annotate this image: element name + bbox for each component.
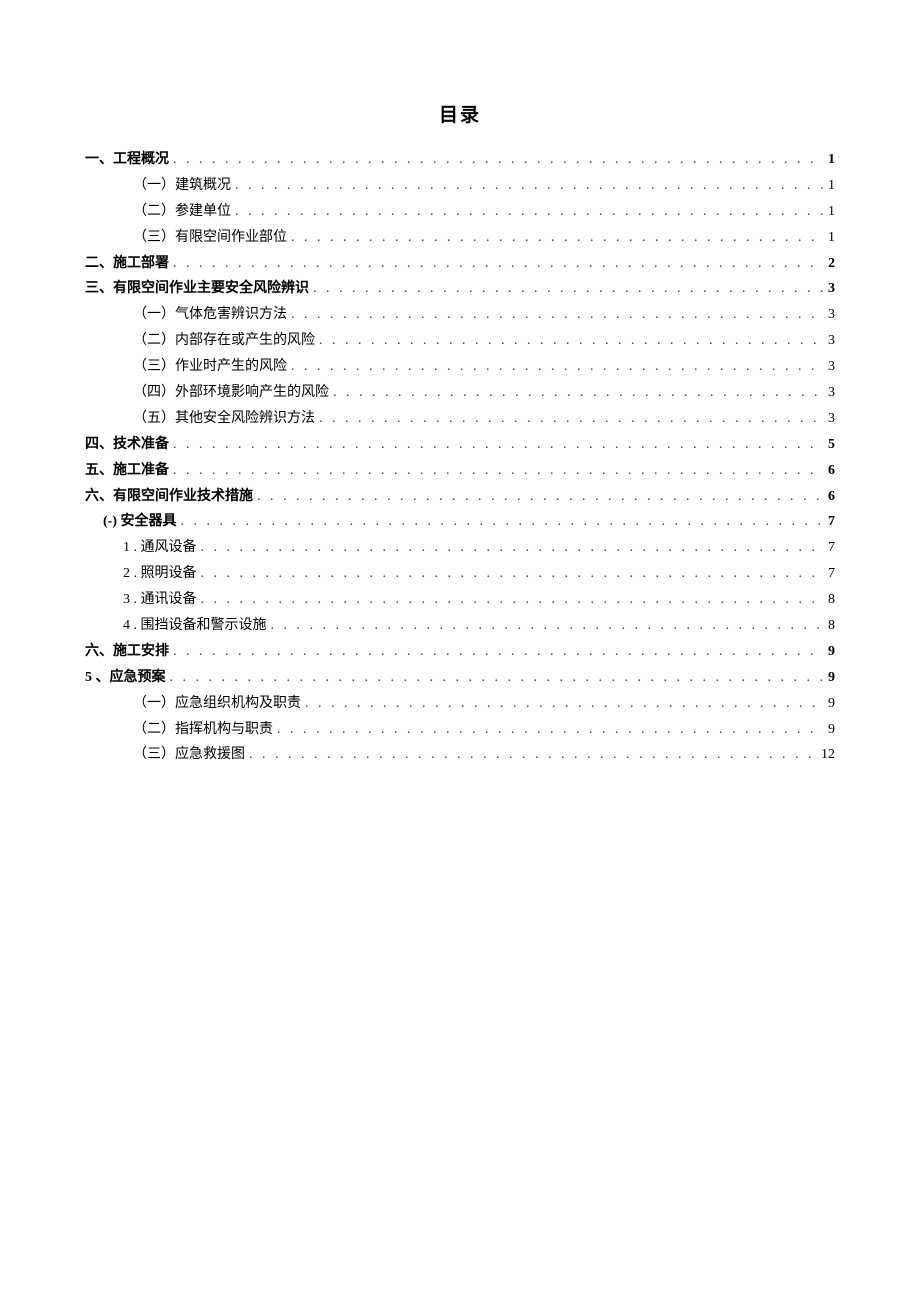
toc-entry-page: 8 xyxy=(828,613,835,639)
toc-entry: 六、施工安排. . . . . . . . . . . . . . . . . … xyxy=(85,639,835,665)
toc-entry-page: 1 xyxy=(828,173,835,199)
table-of-contents: 一、工程概况. . . . . . . . . . . . . . . . . … xyxy=(85,147,835,768)
toc-entry: 四、技术准备. . . . . . . . . . . . . . . . . … xyxy=(85,432,835,458)
toc-entry-label: (-) 安全器具 xyxy=(103,509,177,535)
toc-entry-page: 9 xyxy=(828,691,835,717)
toc-entry: 一、工程概况. . . . . . . . . . . . . . . . . … xyxy=(85,147,835,173)
toc-entry-label: （二）指挥机构与职责 xyxy=(133,717,273,743)
toc-entry-label: （一）气体危害辨识方法 xyxy=(133,302,287,328)
toc-entry: 五、施工准备. . . . . . . . . . . . . . . . . … xyxy=(85,458,835,484)
toc-entry: （三）应急救援图. . . . . . . . . . . . . . . . … xyxy=(85,742,835,768)
toc-entry: 5 、应急预案. . . . . . . . . . . . . . . . .… xyxy=(85,665,835,691)
toc-entry: 2 . 照明设备. . . . . . . . . . . . . . . . … xyxy=(85,561,835,587)
toc-entry-label: （三）作业时产生的风险 xyxy=(133,354,287,380)
toc-entry-leader: . . . . . . . . . . . . . . . . . . . . … xyxy=(249,742,817,768)
toc-entry-leader: . . . . . . . . . . . . . . . . . . . . … xyxy=(173,432,824,458)
toc-entry-page: 3 xyxy=(828,276,835,302)
toc-entry-leader: . . . . . . . . . . . . . . . . . . . . … xyxy=(257,484,824,510)
toc-entry-leader: . . . . . . . . . . . . . . . . . . . . … xyxy=(173,639,824,665)
toc-entry: 三、有限空间作业主要安全风险辨识. . . . . . . . . . . . … xyxy=(85,276,835,302)
toc-entry-label: 六、施工安排 xyxy=(85,639,169,665)
toc-entry-leader: . . . . . . . . . . . . . . . . . . . . … xyxy=(201,561,825,587)
toc-entry-page: 6 xyxy=(828,458,835,484)
toc-entry-page: 7 xyxy=(828,509,835,535)
toc-entry-page: 6 xyxy=(828,484,835,510)
toc-entry-page: 3 xyxy=(828,354,835,380)
toc-entry-leader: . . . . . . . . . . . . . . . . . . . . … xyxy=(201,535,825,561)
toc-entry-label: 五、施工准备 xyxy=(85,458,169,484)
toc-entry-leader: . . . . . . . . . . . . . . . . . . . . … xyxy=(181,509,825,535)
toc-entry-page: 8 xyxy=(828,587,835,613)
toc-entry-leader: . . . . . . . . . . . . . . . . . . . . … xyxy=(291,354,824,380)
toc-entry-label: 2 . 照明设备 xyxy=(123,561,197,587)
toc-entry-leader: . . . . . . . . . . . . . . . . . . . . … xyxy=(305,691,824,717)
toc-entry-label: 3 . 通讯设备 xyxy=(123,587,197,613)
toc-entry-page: 12 xyxy=(821,742,835,768)
toc-entry-leader: . . . . . . . . . . . . . . . . . . . . … xyxy=(319,406,824,432)
toc-entry: （二）参建单位. . . . . . . . . . . . . . . . .… xyxy=(85,199,835,225)
toc-entry: （五）其他安全风险辨识方法. . . . . . . . . . . . . .… xyxy=(85,406,835,432)
toc-entry-label: （五）其他安全风险辨识方法 xyxy=(133,406,315,432)
toc-entry-leader: . . . . . . . . . . . . . . . . . . . . … xyxy=(313,276,824,302)
toc-entry: （三）作业时产生的风险. . . . . . . . . . . . . . .… xyxy=(85,354,835,380)
toc-entry-leader: . . . . . . . . . . . . . . . . . . . . … xyxy=(291,225,824,251)
toc-entry-label: （二）内部存在或产生的风险 xyxy=(133,328,315,354)
toc-entry-label: （一）应急组织机构及职责 xyxy=(133,691,301,717)
toc-entry: 二、施工部署. . . . . . . . . . . . . . . . . … xyxy=(85,251,835,277)
toc-entry: （一）建筑概况. . . . . . . . . . . . . . . . .… xyxy=(85,173,835,199)
toc-entry-page: 3 xyxy=(828,302,835,328)
toc-entry-leader: . . . . . . . . . . . . . . . . . . . . … xyxy=(173,251,824,277)
toc-entry-page: 7 xyxy=(828,535,835,561)
toc-entry-page: 3 xyxy=(828,380,835,406)
toc-entry-leader: . . . . . . . . . . . . . . . . . . . . … xyxy=(170,665,825,691)
toc-entry-label: （二）参建单位 xyxy=(133,199,231,225)
toc-entry-leader: . . . . . . . . . . . . . . . . . . . . … xyxy=(201,587,825,613)
toc-entry-page: 7 xyxy=(828,561,835,587)
toc-entry-label: 5 、应急预案 xyxy=(85,665,166,691)
toc-entry: 4 . 围挡设备和警示设施. . . . . . . . . . . . . .… xyxy=(85,613,835,639)
toc-entry-page: 1 xyxy=(828,199,835,225)
toc-entry-label: 四、技术准备 xyxy=(85,432,169,458)
toc-entry-page: 1 xyxy=(828,147,835,173)
toc-entry-label: 二、施工部署 xyxy=(85,251,169,277)
toc-entry-label: 4 . 围挡设备和警示设施 xyxy=(123,613,267,639)
toc-entry: （一）应急组织机构及职责. . . . . . . . . . . . . . … xyxy=(85,691,835,717)
toc-entry-label: 六、有限空间作业技术措施 xyxy=(85,484,253,510)
toc-title: 目录 xyxy=(85,100,835,127)
toc-entry: （二）内部存在或产生的风险. . . . . . . . . . . . . .… xyxy=(85,328,835,354)
toc-entry: （一）气体危害辨识方法. . . . . . . . . . . . . . .… xyxy=(85,302,835,328)
toc-entry-page: 9 xyxy=(828,717,835,743)
toc-entry-page: 9 xyxy=(828,639,835,665)
toc-entry: 六、有限空间作业技术措施. . . . . . . . . . . . . . … xyxy=(85,484,835,510)
toc-entry-leader: . . . . . . . . . . . . . . . . . . . . … xyxy=(235,199,824,225)
toc-entry: 1 . 通风设备. . . . . . . . . . . . . . . . … xyxy=(85,535,835,561)
toc-entry-page: 2 xyxy=(828,251,835,277)
toc-entry-label: （四）外部环境影响产生的风险 xyxy=(133,380,329,406)
toc-entry: 3 . 通讯设备. . . . . . . . . . . . . . . . … xyxy=(85,587,835,613)
toc-entry-page: 5 xyxy=(828,432,835,458)
toc-entry: (-) 安全器具. . . . . . . . . . . . . . . . … xyxy=(85,509,835,535)
toc-entry-label: 一、工程概况 xyxy=(85,147,169,173)
toc-entry-label: （三）应急救援图 xyxy=(133,742,245,768)
toc-entry-leader: . . . . . . . . . . . . . . . . . . . . … xyxy=(173,147,824,173)
toc-entry: （三）有限空间作业部位. . . . . . . . . . . . . . .… xyxy=(85,225,835,251)
toc-entry-leader: . . . . . . . . . . . . . . . . . . . . … xyxy=(333,380,824,406)
toc-entry-label: （一）建筑概况 xyxy=(133,173,231,199)
toc-entry-leader: . . . . . . . . . . . . . . . . . . . . … xyxy=(319,328,824,354)
toc-entry-label: 1 . 通风设备 xyxy=(123,535,197,561)
toc-entry-page: 3 xyxy=(828,328,835,354)
toc-entry-leader: . . . . . . . . . . . . . . . . . . . . … xyxy=(235,173,824,199)
toc-entry-page: 3 xyxy=(828,406,835,432)
toc-entry-label: 三、有限空间作业主要安全风险辨识 xyxy=(85,276,309,302)
toc-entry-page: 9 xyxy=(828,665,835,691)
toc-entry-page: 1 xyxy=(828,225,835,251)
toc-entry-leader: . . . . . . . . . . . . . . . . . . . . … xyxy=(173,458,824,484)
toc-entry: （二）指挥机构与职责. . . . . . . . . . . . . . . … xyxy=(85,717,835,743)
toc-entry-leader: . . . . . . . . . . . . . . . . . . . . … xyxy=(277,717,824,743)
toc-entry-leader: . . . . . . . . . . . . . . . . . . . . … xyxy=(271,613,825,639)
toc-entry: （四）外部环境影响产生的风险. . . . . . . . . . . . . … xyxy=(85,380,835,406)
toc-entry-leader: . . . . . . . . . . . . . . . . . . . . … xyxy=(291,302,824,328)
toc-entry-label: （三）有限空间作业部位 xyxy=(133,225,287,251)
